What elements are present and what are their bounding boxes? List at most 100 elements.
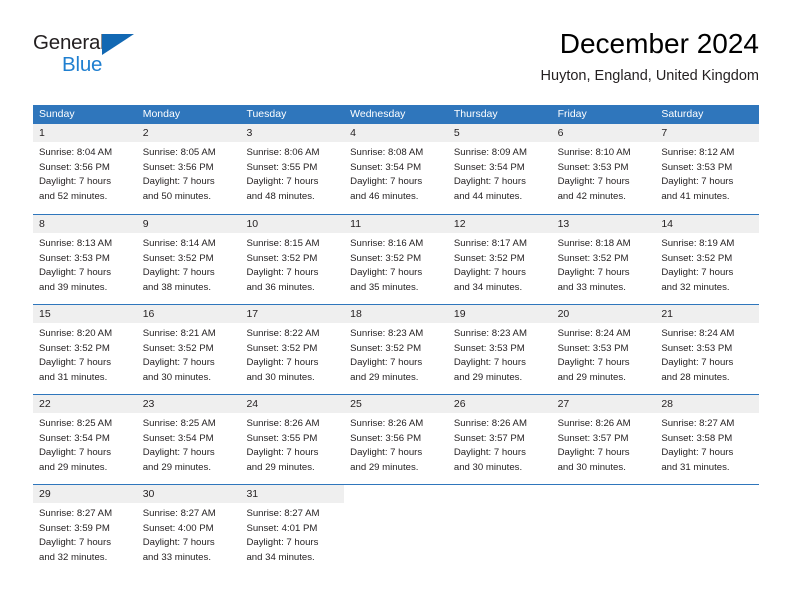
day-cell[interactable]: 26 Sunrise: 8:26 AM Sunset: 3:57 PM Dayligh…	[447, 395, 552, 484]
sunset-text: Sunset: 3:52 PM	[246, 342, 318, 354]
daylight-text-line1: Daylight: 7 hours	[142, 267, 215, 279]
day-details: Sunrise: 8:04 AM Sunset: 3:56 PM Daylight:…	[33, 142, 137, 204]
day-cell[interactable]: 21 Sunrise: 8:24 AM Sunset: 3:53 PM Dayligh…	[655, 305, 760, 394]
day-cell[interactable]: 7 Sunrise: 8:12 AM Sunset: 3:53 PM Daylight…	[655, 124, 760, 214]
day-details: Sunrise: 8:23 AM Sunset: 3:52 PM Daylight:…	[344, 323, 448, 385]
daylight-text-line1: Daylight: 7 hours	[39, 447, 111, 459]
daylight-text-line2: and 34 minutes.	[246, 551, 315, 563]
daylight-text-line1: Daylight: 7 hours	[246, 267, 319, 279]
day-details: Sunrise: 8:05 AM Sunset: 3:56 PM Daylight:…	[137, 142, 241, 204]
daylight-text-line2: and 35 minutes.	[350, 281, 419, 293]
sunrise-text: Sunrise: 8:18 AM	[557, 238, 631, 249]
page-title: December 2024	[559, 28, 759, 59]
day-cell[interactable]: 5 Sunrise: 8:09 AM Sunset: 3:54 PM Daylight…	[447, 124, 552, 214]
day-cell[interactable]: 24 Sunrise: 8:26 AM Sunset: 3:55 PM Dayligh…	[240, 395, 345, 484]
sunset-text: Sunset: 3:57 PM	[557, 432, 629, 444]
sunset-text: Sunset: 3:52 PM	[39, 342, 110, 354]
day-cell[interactable]: 15 Sunrise: 8:20 AM Sunset: 3:52 PM Dayligh…	[33, 305, 137, 394]
day-details: Sunrise: 8:24 AM Sunset: 3:53 PM Daylight:…	[552, 323, 656, 385]
day-number: 27	[551, 395, 656, 413]
week-row: 8 Sunrise: 8:13 AM Sunset: 3:53 PM Daylight…	[33, 214, 760, 304]
daylight-text-line2: and 28 minutes.	[661, 371, 730, 383]
day-cell[interactable]: 11 Sunrise: 8:16 AM Sunset: 3:52 PM Dayligh…	[344, 215, 448, 304]
day-cell[interactable]: 2 Sunrise: 8:05 AM Sunset: 3:56 PM Daylight…	[136, 124, 241, 214]
daylight-text-line2: and 34 minutes.	[453, 281, 523, 293]
day-cell[interactable]: 14 Sunrise: 8:19 AM Sunset: 3:52 PM Dayligh…	[655, 215, 760, 304]
daylight-text-line2: and 32 minutes.	[661, 281, 730, 293]
daylight-text-line1: Daylight: 7 hours	[350, 357, 423, 369]
day-cell[interactable]: 13 Sunrise: 8:18 AM Sunset: 3:52 PM Dayligh…	[551, 215, 656, 304]
day-cell[interactable]: 10 Sunrise: 8:15 AM Sunset: 3:52 PM Dayligh…	[240, 215, 345, 304]
day-cell[interactable]: 25 Sunrise: 8:26 AM Sunset: 3:56 PM Dayligh…	[344, 395, 448, 484]
day-cell[interactable]: 28 Sunrise: 8:27 AM Sunset: 3:58 PM Dayligh…	[655, 395, 760, 484]
daylight-text-line2: and 29 minutes.	[350, 461, 419, 473]
sunset-text: Sunset: 3:52 PM	[350, 342, 422, 354]
day-details: Sunrise: 8:09 AM Sunset: 3:54 PM Daylight:…	[448, 142, 552, 204]
day-details: Sunrise: 8:06 AM Sunset: 3:55 PM Daylight:…	[240, 142, 344, 204]
sunrise-text: Sunrise: 8:15 AM	[246, 238, 320, 249]
day-details: Sunrise: 8:24 AM Sunset: 3:53 PM Daylight:…	[655, 323, 759, 385]
sunrise-text: Sunrise: 8:16 AM	[350, 238, 424, 249]
daylight-text-line2: and 39 minutes.	[39, 281, 108, 293]
day-details	[655, 503, 759, 507]
sunrise-text: Sunrise: 8:25 AM	[39, 418, 113, 429]
day-cell[interactable]: 1 Sunrise: 8:04 AM Sunset: 3:56 PM Daylight…	[33, 124, 137, 214]
day-cell[interactable]: 22 Sunrise: 8:25 AM Sunset: 3:54 PM Dayligh…	[33, 395, 137, 484]
sunrise-text: Sunrise: 8:26 AM	[557, 418, 631, 429]
day-number: 5	[447, 124, 552, 142]
day-cell[interactable]: 23 Sunrise: 8:25 AM Sunset: 3:54 PM Dayligh…	[136, 395, 241, 484]
daylight-text-line2: and 36 minutes.	[246, 281, 315, 293]
day-number: 3	[240, 124, 345, 142]
day-number: 10	[240, 215, 345, 233]
logo-triangle-icon	[102, 34, 134, 55]
day-details: Sunrise: 8:15 AM Sunset: 3:52 PM Daylight:…	[240, 233, 344, 295]
day-cell[interactable]: 20 Sunrise: 8:24 AM Sunset: 3:53 PM Dayligh…	[551, 305, 656, 394]
day-cell[interactable]: 9 Sunrise: 8:14 AM Sunset: 3:52 PM Daylight…	[136, 215, 241, 304]
day-cell[interactable]: 17 Sunrise: 8:22 AM Sunset: 3:52 PM Dayligh…	[240, 305, 345, 394]
sunset-text: Sunset: 3:53 PM	[453, 342, 525, 354]
day-cell[interactable]: 18 Sunrise: 8:23 AM Sunset: 3:52 PM Dayligh…	[344, 305, 448, 394]
daylight-text-line2: and 30 minutes.	[142, 371, 211, 383]
daylight-text-line1: Daylight: 7 hours	[142, 357, 215, 369]
day-cell[interactable]: 12 Sunrise: 8:17 AM Sunset: 3:52 PM Dayligh…	[447, 215, 552, 304]
sunrise-text: Sunrise: 8:04 AM	[39, 147, 113, 158]
weekday-header-friday: Friday	[557, 108, 587, 120]
day-details: Sunrise: 8:20 AM Sunset: 3:52 PM Daylight:…	[33, 323, 137, 385]
sunrise-text: Sunrise: 8:27 AM	[246, 508, 320, 519]
sunset-text: Sunset: 3:57 PM	[453, 432, 525, 444]
day-cell[interactable]: 30 Sunrise: 8:27 AM Sunset: 4:00 PM Dayligh…	[136, 485, 241, 574]
day-cell[interactable]: 8 Sunrise: 8:13 AM Sunset: 3:53 PM Daylight…	[33, 215, 137, 304]
day-cell[interactable]: 31 Sunrise: 8:27 AM Sunset: 4:01 PM Dayligh…	[240, 485, 345, 574]
sunset-text: Sunset: 3:52 PM	[142, 342, 214, 354]
weekday-header-thursday: Thursday	[453, 108, 498, 120]
sunset-text: Sunset: 3:52 PM	[142, 252, 214, 264]
sunrise-text: Sunrise: 8:25 AM	[142, 418, 216, 429]
daylight-text-line1: Daylight: 7 hours	[557, 176, 630, 188]
day-number: 28	[655, 395, 760, 413]
week-row: 1 Sunrise: 8:04 AM Sunset: 3:56 PM Daylight…	[33, 124, 760, 214]
day-cell[interactable]: 19 Sunrise: 8:23 AM Sunset: 3:53 PM Dayligh…	[447, 305, 552, 394]
day-details: Sunrise: 8:21 AM Sunset: 3:52 PM Daylight:…	[137, 323, 241, 385]
day-cell[interactable]: 16 Sunrise: 8:21 AM Sunset: 3:52 PM Dayligh…	[136, 305, 241, 394]
sunset-text: Sunset: 3:55 PM	[246, 161, 318, 173]
day-cell[interactable]: 3 Sunrise: 8:06 AM Sunset: 3:55 PM Daylight…	[240, 124, 345, 214]
day-cell[interactable]: 29 Sunrise: 8:27 AM Sunset: 3:59 PM Dayligh…	[33, 485, 137, 574]
sunset-text: Sunset: 3:54 PM	[39, 432, 110, 444]
week-row: 29 Sunrise: 8:27 AM Sunset: 3:59 PM Dayligh…	[33, 484, 759, 574]
day-cell[interactable]: 6 Sunrise: 8:10 AM Sunset: 3:53 PM Daylight…	[551, 124, 656, 214]
sunrise-text: Sunrise: 8:23 AM	[350, 328, 424, 339]
sunrise-text: Sunrise: 8:14 AM	[142, 238, 216, 249]
page-header: General Blue December 2024 Huyton, Engla…	[33, 26, 759, 98]
day-details: Sunrise: 8:27 AM Sunset: 3:58 PM Daylight:…	[655, 413, 759, 475]
day-details: Sunrise: 8:27 AM Sunset: 3:59 PM Daylight:…	[33, 503, 137, 565]
sunrise-text: Sunrise: 8:23 AM	[453, 328, 527, 339]
daylight-text-line2: and 30 minutes.	[246, 371, 315, 383]
day-details: Sunrise: 8:19 AM Sunset: 3:52 PM Daylight:…	[655, 233, 759, 295]
day-cell[interactable]: 27 Sunrise: 8:26 AM Sunset: 3:57 PM Dayligh…	[551, 395, 656, 484]
day-number: 2	[136, 124, 241, 142]
calendar-page: General Blue December 2024 Huyton, Engla…	[0, 0, 792, 612]
day-cell[interactable]: 4 Sunrise: 8:08 AM Sunset: 3:54 PM Daylight…	[344, 124, 448, 214]
weekday-header-saturday: Saturday	[661, 108, 704, 120]
generalblue-logo[interactable]: General Blue	[33, 32, 153, 84]
day-number: 21	[655, 305, 760, 323]
